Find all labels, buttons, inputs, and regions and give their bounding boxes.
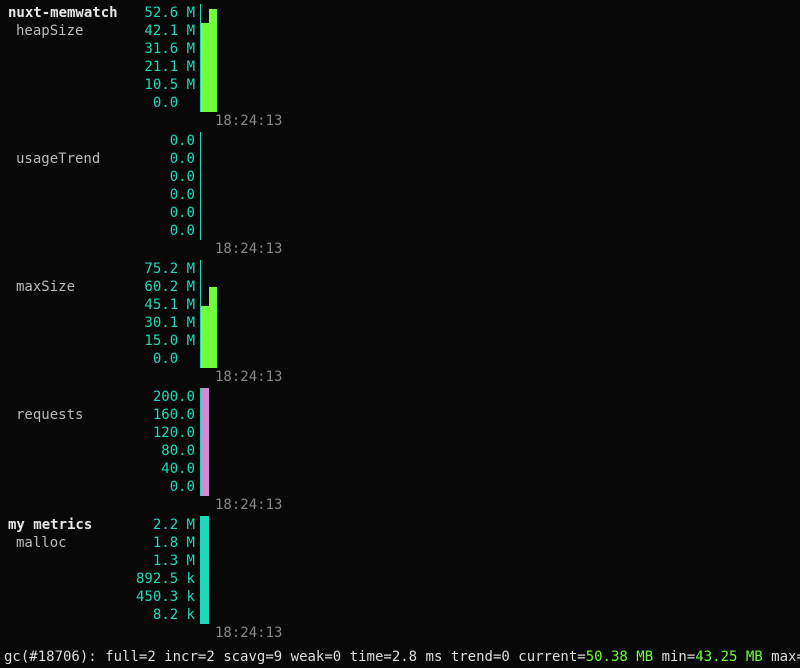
ytick: 892.5 k xyxy=(0,570,195,588)
timestamp-malloc: 18:24:13 xyxy=(215,624,282,642)
ytick: 160.0 xyxy=(0,406,195,424)
status-min: 43.25 MB xyxy=(695,649,762,665)
status-scavg-lbl: scavg= xyxy=(215,649,274,665)
status-full: 2 xyxy=(147,649,155,665)
panel-maxsize: maxSize 75.2 M 60.2 M 45.1 M 30.1 M 15.0… xyxy=(0,260,800,386)
ytick: 8.2 k xyxy=(0,606,195,624)
ytick: 21.1 M xyxy=(0,58,195,76)
timestamp-usagetrend: 18:24:13 xyxy=(215,240,282,258)
bars-malloc xyxy=(201,516,209,624)
ytick: 1.8 M xyxy=(0,534,195,552)
status-line: gc(#18706): full=2 incr=2 scavg=9 weak=0… xyxy=(0,648,800,666)
status-current: 50.38 MB xyxy=(586,649,653,665)
ytick: 45.1 M xyxy=(0,296,195,314)
ytick: 120.0 xyxy=(0,424,195,442)
ytick: 0.0 xyxy=(0,350,195,368)
ytick: 42.1 M xyxy=(0,22,195,40)
bar xyxy=(201,23,209,112)
bar xyxy=(201,306,209,368)
panel-malloc: my metrics malloc 2.2 M 1.8 M 1.3 M 892.… xyxy=(0,516,800,642)
ytick: 0.0 xyxy=(0,478,195,496)
panel-heapsize: nuxt-memwatch heapSize 52.6 M 42.1 M 31.… xyxy=(0,4,800,130)
ytick: 15.0 M xyxy=(0,332,195,350)
ytick: 31.6 M xyxy=(0,40,195,58)
ytick: 40.0 xyxy=(0,460,195,478)
ytick: 200.0 xyxy=(0,388,195,406)
timestamp-maxsize: 18:24:13 xyxy=(215,368,282,386)
status-weak-lbl: weak= xyxy=(282,649,333,665)
panel-usagetrend: usageTrend 0.0 0.0 0.0 0.0 0.0 0.0 18:24… xyxy=(0,132,800,258)
yticks-heapsize: 52.6 M 42.1 M 31.6 M 21.1 M 10.5 M 0.0 xyxy=(0,4,195,112)
yticks-usagetrend: 0.0 0.0 0.0 0.0 0.0 0.0 xyxy=(0,132,195,240)
bars-maxsize xyxy=(201,260,217,368)
ytick: 0.0 xyxy=(0,222,195,240)
ytick: 2.2 M xyxy=(0,516,195,534)
status-mid: ): full= xyxy=(80,649,147,665)
status-gcid: 18706 xyxy=(38,649,80,665)
bar xyxy=(201,388,209,496)
bars-heapsize xyxy=(201,4,217,112)
yticks-maxsize: 75.2 M 60.2 M 45.1 M 30.1 M 15.0 M 0.0 xyxy=(0,260,195,368)
ytick: 52.6 M xyxy=(0,4,195,22)
ytick: 60.2 M xyxy=(0,278,195,296)
panel-requests: requests 200.0 160.0 120.0 80.0 40.0 0.0… xyxy=(0,388,800,514)
status-trend-lbl: trend= xyxy=(442,649,501,665)
yticks-malloc: 2.2 M 1.8 M 1.3 M 892.5 k 450.3 k 8.2 k xyxy=(0,516,195,624)
ytick: 0.0 xyxy=(0,186,195,204)
ytick: 0.0 xyxy=(0,132,195,150)
timestamp-requests: 18:24:13 xyxy=(215,496,282,514)
terminal-screen: nuxt-memwatch heapSize 52.6 M 42.1 M 31.… xyxy=(0,0,800,668)
status-current-lbl: current= xyxy=(510,649,586,665)
status-min-lbl: min= xyxy=(653,649,695,665)
ytick: 10.5 M xyxy=(0,76,195,94)
status-time-lbl: time= xyxy=(341,649,392,665)
status-incr: 2 xyxy=(206,649,214,665)
ytick: 0.0 xyxy=(0,94,195,112)
bar xyxy=(201,516,209,624)
ytick: 0.0 xyxy=(0,168,195,186)
ytick: 1.3 M xyxy=(0,552,195,570)
bar xyxy=(209,287,217,368)
status-weak: 0 xyxy=(333,649,341,665)
ytick: 0.0 xyxy=(0,204,195,222)
ytick: 80.0 xyxy=(0,442,195,460)
timestamp-heapsize: 18:24:13 xyxy=(215,112,282,130)
ytick: 30.1 M xyxy=(0,314,195,332)
yticks-requests: 200.0 160.0 120.0 80.0 40.0 0.0 xyxy=(0,388,195,496)
status-time: 2.8 ms xyxy=(392,649,443,665)
ytick: 450.3 k xyxy=(0,588,195,606)
status-trend: 0 xyxy=(501,649,509,665)
status-max-lbl: max= xyxy=(763,649,800,665)
status-incr-lbl: incr= xyxy=(156,649,207,665)
ytick: 75.2 M xyxy=(0,260,195,278)
ytick: 0.0 xyxy=(0,150,195,168)
axis-usagetrend xyxy=(200,132,201,240)
bars-requests xyxy=(201,388,209,496)
status-scavg: 9 xyxy=(274,649,282,665)
status-prefix: gc(# xyxy=(4,649,38,665)
bar xyxy=(209,9,217,112)
